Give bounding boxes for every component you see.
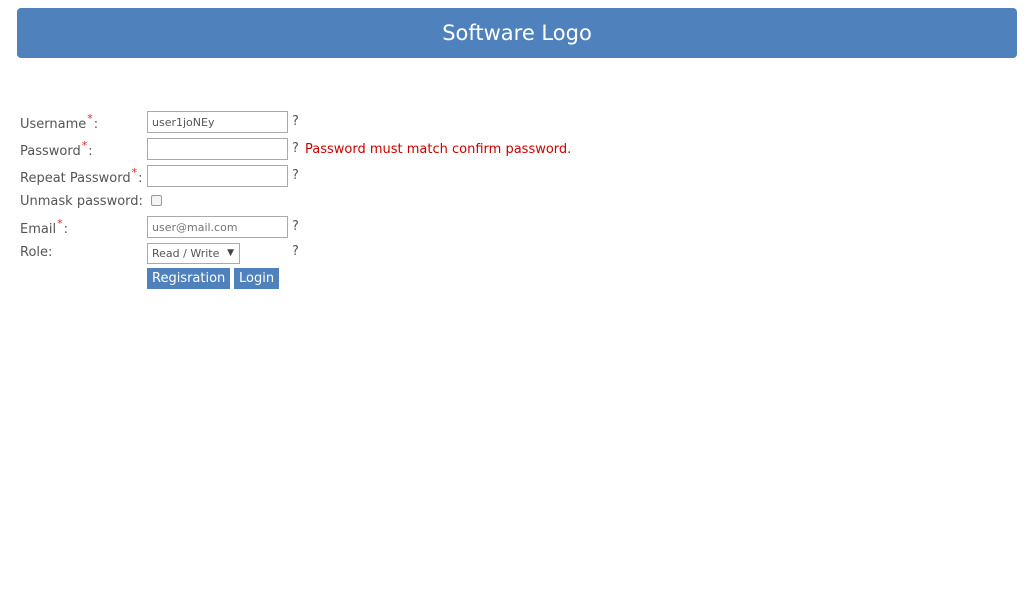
role-row: Role: Read / Write ▼ ? [20, 243, 920, 267]
repeat-password-label-text: Repeat Password [20, 171, 131, 186]
form-actions: Regisration Login [20, 268, 920, 292]
username-row: Username*: ? [20, 111, 920, 135]
username-label: Username*: [20, 112, 99, 132]
password-help-icon[interactable]: ? [292, 141, 299, 156]
chevron-down-icon: ▼ [227, 248, 234, 258]
registration-button[interactable]: Regisration [147, 268, 231, 289]
password-input[interactable] [147, 138, 288, 160]
password-row: Password*: ? Password must match confirm… [20, 138, 920, 162]
repeat-password-input[interactable] [147, 165, 288, 187]
password-label-text: Password [20, 144, 81, 159]
email-row: Email*: ? [20, 216, 920, 240]
role-select[interactable]: Read / Write ▼ [147, 243, 240, 264]
role-label: Role: [20, 245, 53, 260]
app-header: Software Logo [17, 8, 1017, 58]
email-help-icon[interactable]: ? [292, 219, 299, 234]
username-input[interactable] [147, 111, 288, 133]
username-help-icon[interactable]: ? [292, 114, 299, 129]
password-label: Password*: [20, 139, 93, 159]
unmask-password-label: Unmask password: [20, 194, 143, 209]
email-label-text: Email [20, 222, 57, 237]
required-mark: * [81, 139, 88, 152]
required-mark: * [131, 166, 138, 179]
email-label: Email*: [20, 217, 68, 237]
username-label-text: Username [20, 117, 87, 132]
login-button[interactable]: Login [234, 268, 280, 289]
required-mark: * [57, 217, 63, 230]
repeat-password-help-icon[interactable]: ? [292, 168, 299, 183]
email-input[interactable] [147, 216, 288, 238]
unmask-password-row: Unmask password: [20, 192, 920, 216]
software-logo: Software Logo [442, 21, 592, 45]
password-error-message: Password must match confirm password. [305, 142, 572, 157]
role-help-icon[interactable]: ? [292, 244, 299, 259]
required-mark: * [87, 112, 93, 125]
unmask-password-checkbox[interactable] [151, 195, 162, 206]
repeat-password-label: Repeat Password*: [20, 166, 143, 186]
role-selected-value: Read / Write [152, 247, 220, 260]
repeat-password-row: Repeat Password*: ? [20, 165, 920, 189]
